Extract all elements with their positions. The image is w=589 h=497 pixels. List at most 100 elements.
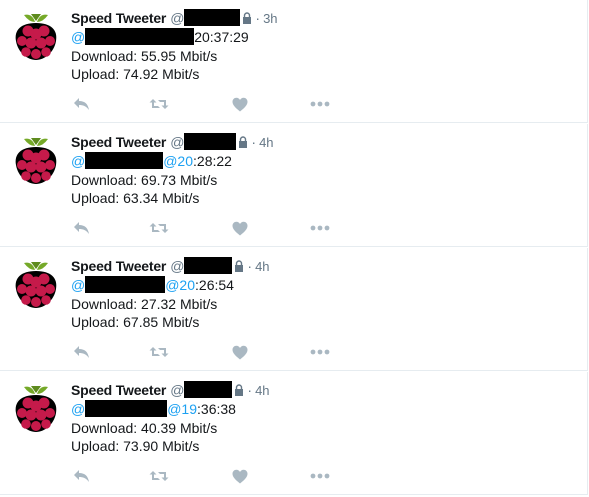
handle-at[interactable]: @ — [170, 134, 184, 150]
reply-icon — [73, 98, 89, 110]
handle-at[interactable]: @ — [170, 258, 184, 274]
reply-icon — [73, 346, 89, 358]
upload-speed: Upload: 67.85 Mbit/s — [71, 314, 200, 330]
tweet-header: Speed Tweeter @ · 4h — [71, 132, 274, 152]
retweet-button[interactable] — [149, 220, 169, 236]
tweet-text: @ @20:28:22 Download: 69.73 Mbit/s Upload… — [71, 152, 232, 208]
reply-button[interactable] — [71, 220, 91, 236]
heart-icon — [232, 469, 248, 483]
redacted-mention — [85, 276, 166, 293]
redacted-handle — [184, 9, 241, 26]
retweet-icon — [149, 99, 169, 109]
more-icon — [310, 101, 330, 107]
retweet-button[interactable] — [149, 468, 169, 484]
more-button[interactable] — [310, 468, 330, 484]
lock-icon — [235, 260, 244, 272]
download-speed: Download: 40.39 Mbit/s — [71, 419, 218, 436]
display-name[interactable]: Speed Tweeter — [71, 258, 166, 274]
retweet-icon — [149, 347, 169, 357]
like-button[interactable] — [230, 468, 250, 484]
timestamp[interactable]: 4h — [259, 135, 273, 150]
retweet-icon — [149, 223, 169, 233]
redacted-handle — [184, 381, 233, 398]
more-button[interactable] — [310, 96, 330, 112]
reply-button[interactable] — [71, 344, 91, 360]
reply-icon — [73, 222, 89, 234]
raspberry-pi-avatar-icon[interactable] — [10, 134, 62, 186]
download-speed: Download: 55.95 Mbit/s — [71, 47, 218, 64]
mention-at[interactable]: @ — [71, 29, 85, 45]
timestamp[interactable]: 4h — [255, 383, 269, 398]
more-icon — [310, 349, 330, 355]
heart-icon — [232, 221, 248, 235]
heart-icon — [232, 345, 248, 359]
separator-dot: · — [247, 382, 253, 398]
tweet-time-text: :26:54 — [195, 277, 234, 293]
download-speed: Download: 27.32 Mbit/s — [71, 295, 218, 312]
handle-at[interactable]: @ — [170, 10, 184, 26]
lock-icon — [235, 384, 244, 396]
tweet-time-text: 20:37:29 — [194, 29, 249, 45]
tweet-text: @ @19:36:38 Download: 40.39 Mbit/s Upload… — [71, 400, 236, 456]
raspberry-pi-avatar-icon[interactable] — [10, 10, 62, 62]
upload-speed: Upload: 74.92 Mbit/s — [71, 66, 200, 82]
mention-hour[interactable]: @19 — [167, 401, 197, 417]
upload-speed: Upload: 63.34 Mbit/s — [71, 190, 200, 206]
tweet-time-text: :28:22 — [193, 153, 232, 169]
mention-at[interactable]: @ — [71, 277, 85, 293]
handle-at[interactable]: @ — [170, 382, 184, 398]
redacted-mention — [85, 28, 195, 45]
tweet-line-time: @ @20:28:22 — [71, 152, 232, 171]
tweet-line-time: @ @19:36:38 — [71, 400, 236, 419]
upload-speed: Upload: 73.90 Mbit/s — [71, 438, 200, 454]
tweet-feed: Speed Tweeter @ · 3h @20:37:29 Download: 55… — [0, 0, 589, 497]
retweet-icon — [149, 471, 169, 481]
mention-hour[interactable]: @20 — [163, 153, 193, 169]
display-name[interactable]: Speed Tweeter — [71, 382, 166, 398]
raspberry-pi-avatar-icon[interactable] — [10, 382, 62, 434]
reply-icon — [73, 470, 89, 482]
mention-at[interactable]: @ — [71, 153, 85, 169]
retweet-button[interactable] — [149, 344, 169, 360]
separator-dot: · — [251, 134, 257, 150]
tweet-line-time: @20:37:29 — [71, 28, 249, 47]
redacted-mention — [85, 152, 164, 169]
tweet-text: @ @20:26:54 Download: 27.32 Mbit/s Upload… — [71, 276, 234, 332]
tweet-time-text: :36:38 — [197, 401, 236, 417]
timestamp[interactable]: 4h — [255, 259, 269, 274]
lock-icon — [243, 12, 252, 24]
like-button[interactable] — [230, 344, 250, 360]
tweet[interactable]: Speed Tweeter @ · 4h @ @19:36:38 Download: 4… — [0, 372, 588, 495]
redacted-handle — [184, 257, 233, 274]
tweet[interactable]: Speed Tweeter @ · 3h @20:37:29 Download: 55… — [0, 0, 588, 123]
tweet-header: Speed Tweeter @ · 3h — [71, 8, 278, 28]
download-speed: Download: 69.73 Mbit/s — [71, 171, 218, 188]
tweet-header: Speed Tweeter @ · 4h — [71, 256, 270, 276]
tweet-header: Speed Tweeter @ · 4h — [71, 380, 270, 400]
heart-icon — [232, 97, 248, 111]
display-name[interactable]: Speed Tweeter — [71, 134, 166, 150]
like-button[interactable] — [230, 220, 250, 236]
reply-button[interactable] — [71, 96, 91, 112]
tweet[interactable]: Speed Tweeter @ · 4h @ @20:28:22 Download: 6… — [0, 124, 588, 247]
mention-hour[interactable]: @20 — [165, 277, 195, 293]
tweet[interactable]: Speed Tweeter @ · 4h @ @20:26:54 Download: 2… — [0, 248, 588, 371]
raspberry-pi-avatar-icon[interactable] — [10, 258, 62, 310]
tweet-line-time: @ @20:26:54 — [71, 276, 234, 295]
tweet-text: @20:37:29 Download: 55.95 Mbit/s Upload:… — [71, 28, 249, 84]
timestamp[interactable]: 3h — [263, 11, 277, 26]
separator-dot: · — [255, 10, 261, 26]
reply-button[interactable] — [71, 468, 91, 484]
display-name[interactable]: Speed Tweeter — [71, 10, 166, 26]
redacted-handle — [184, 133, 237, 150]
separator-dot: · — [247, 258, 253, 274]
like-button[interactable] — [230, 96, 250, 112]
lock-icon — [239, 136, 248, 148]
more-icon — [310, 473, 330, 479]
more-button[interactable] — [310, 220, 330, 236]
retweet-button[interactable] — [149, 96, 169, 112]
more-button[interactable] — [310, 344, 330, 360]
more-icon — [310, 225, 330, 231]
mention-at[interactable]: @ — [71, 401, 85, 417]
redacted-mention — [85, 400, 168, 417]
